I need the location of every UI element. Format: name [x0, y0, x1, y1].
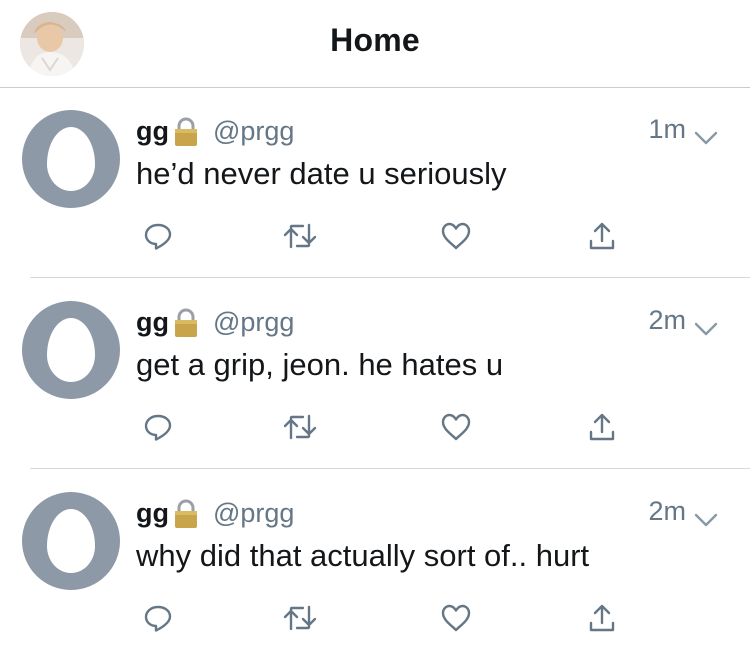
- tweet-author: gg @prgg: [136, 112, 294, 150]
- tweet-author: gg @prgg: [136, 494, 294, 532]
- tweet-author: gg @prgg: [136, 303, 294, 341]
- retweet-icon[interactable]: [280, 407, 320, 447]
- tweet-text: why did that actually sort of.. hurt: [136, 538, 590, 573]
- tweet[interactable]: gg @prgg 1m he’d never date u seriously: [0, 88, 750, 279]
- retweet-icon[interactable]: [280, 598, 320, 638]
- handle[interactable]: @prgg: [213, 498, 294, 529]
- default-avatar[interactable]: [22, 492, 120, 590]
- display-name[interactable]: gg: [136, 498, 169, 529]
- egg-icon: [47, 127, 95, 191]
- heart-icon[interactable]: [436, 598, 476, 638]
- page-title: Home: [330, 22, 420, 58]
- share-icon[interactable]: [582, 216, 622, 256]
- tweet-meta: 2m: [648, 496, 718, 527]
- chevron-down-icon[interactable]: [694, 504, 718, 526]
- egg-icon: [47, 509, 95, 573]
- egg-icon: [47, 318, 95, 382]
- tweet[interactable]: gg @prgg 2m get a grip, jeon. he hates u: [0, 279, 750, 470]
- display-name[interactable]: gg: [136, 116, 169, 147]
- display-name[interactable]: gg: [136, 307, 169, 338]
- retweet-icon[interactable]: [280, 216, 320, 256]
- lock-icon: [173, 499, 199, 529]
- handle[interactable]: @prgg: [213, 116, 294, 147]
- chevron-down-icon[interactable]: [694, 313, 718, 335]
- reply-icon[interactable]: [138, 598, 178, 638]
- tweet[interactable]: gg @prgg 2m why did that actually sort o…: [0, 470, 750, 661]
- tweet-meta: 2m: [648, 305, 718, 336]
- timestamp: 2m: [648, 496, 686, 526]
- default-avatar[interactable]: [22, 110, 120, 208]
- lock-icon: [173, 117, 199, 147]
- tweet-divider: [30, 277, 750, 278]
- handle[interactable]: @prgg: [213, 307, 294, 338]
- reply-icon[interactable]: [138, 216, 178, 256]
- tweet-meta: 1m: [648, 114, 718, 145]
- heart-icon[interactable]: [436, 407, 476, 447]
- heart-icon[interactable]: [436, 216, 476, 256]
- chevron-down-icon[interactable]: [694, 122, 718, 144]
- share-icon[interactable]: [582, 598, 622, 638]
- top-bar: Home: [0, 0, 750, 88]
- timestamp: 2m: [648, 305, 686, 335]
- default-avatar[interactable]: [22, 301, 120, 399]
- tweet-divider: [30, 468, 750, 469]
- share-icon[interactable]: [582, 407, 622, 447]
- lock-icon: [173, 308, 199, 338]
- tweet-text: he’d never date u seriously: [136, 156, 507, 191]
- reply-icon[interactable]: [138, 407, 178, 447]
- tweet-text: get a grip, jeon. he hates u: [136, 347, 504, 382]
- timestamp: 1m: [648, 114, 686, 144]
